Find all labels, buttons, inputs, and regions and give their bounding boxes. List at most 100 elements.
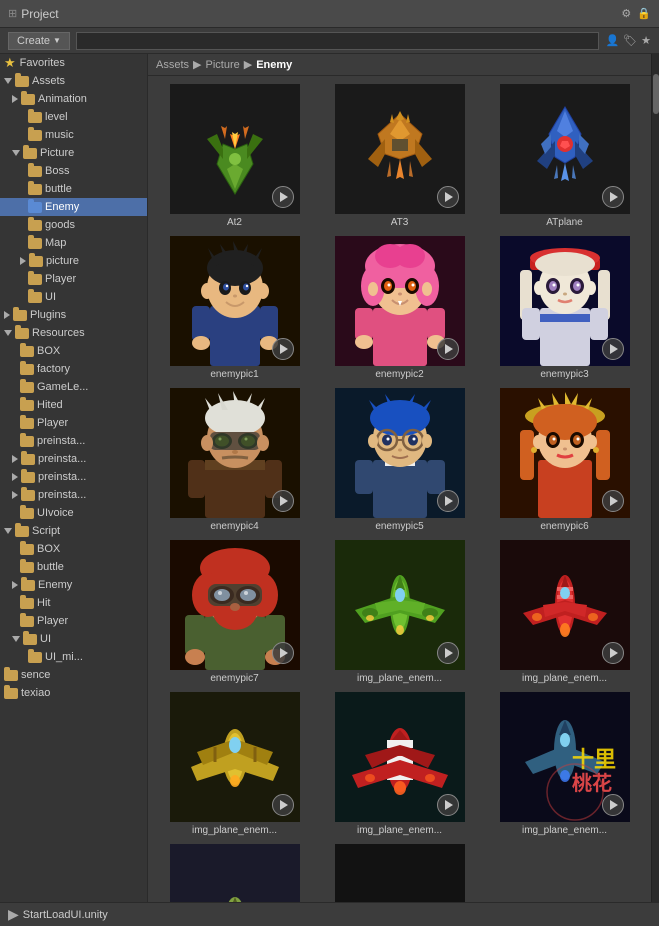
- list-item[interactable]: img_plane_enem...: [321, 540, 478, 684]
- bottom-bar: ▶ StartLoadUI.unity: [0, 902, 659, 926]
- asset-label: img_plane_enem...: [522, 825, 607, 836]
- asset-label: enemypic1: [210, 369, 258, 380]
- list-item[interactable]: 十里 桃花 img_plane_enem...: [486, 692, 643, 836]
- list-item[interactable]: enemypic5: [321, 388, 478, 532]
- sidebar-item-goods[interactable]: goods: [0, 216, 147, 234]
- list-item[interactable]: enemypic3: [486, 236, 643, 380]
- favorite-star-icon[interactable]: ★: [641, 34, 651, 47]
- sidebar-item-gamele[interactable]: GameLe...: [0, 378, 147, 396]
- play-button[interactable]: [602, 338, 624, 360]
- play-button[interactable]: [272, 490, 294, 512]
- sidebar-item-assets[interactable]: Assets: [0, 72, 147, 90]
- picture2-label: picture: [46, 255, 79, 267]
- play-button[interactable]: [437, 186, 459, 208]
- play-button[interactable]: [602, 490, 624, 512]
- sidebar-item-script[interactable]: Script: [0, 522, 147, 540]
- sidebar-item-resources[interactable]: Resources: [0, 324, 147, 342]
- sidebar-item-hit[interactable]: Hit: [0, 594, 147, 612]
- list-item[interactable]: ATplane: [486, 84, 643, 228]
- play-button[interactable]: [272, 794, 294, 816]
- sidebar-item-picture2[interactable]: picture: [0, 252, 147, 270]
- asset-label: img_plane_enem...: [357, 673, 442, 684]
- sidebar-item-script-player[interactable]: Player: [0, 612, 147, 630]
- play-button[interactable]: [272, 186, 294, 208]
- triangle-icon: [12, 95, 18, 103]
- settings-icon[interactable]: ⚙: [621, 7, 631, 20]
- sidebar-item-preinsta4[interactable]: preinsta...: [0, 486, 147, 504]
- sidebar-item-preinsta2[interactable]: preinsta...: [0, 450, 147, 468]
- triangle-open-icon: [4, 528, 12, 534]
- sidebar-item-plugins[interactable]: Plugins: [0, 306, 147, 324]
- asset-label: img_plane_enem...: [522, 673, 607, 684]
- list-item[interactable]: enemypic2: [321, 236, 478, 380]
- list-item[interactable]: At2: [156, 84, 313, 228]
- folder-icon: [23, 148, 37, 159]
- list-item[interactable]: img_plane_enem...: [321, 692, 478, 836]
- factory-label: factory: [37, 363, 70, 375]
- sidebar-item-hited[interactable]: Hited: [0, 396, 147, 414]
- play-button[interactable]: [602, 642, 624, 664]
- sidebar-item-script-box[interactable]: BOX: [0, 540, 147, 558]
- folder-icon: [28, 652, 42, 663]
- play-button[interactable]: [437, 490, 459, 512]
- sidebar-item-box[interactable]: BOX: [0, 342, 147, 360]
- list-item[interactable]: img_plane_enem...: [321, 844, 478, 902]
- play-button[interactable]: [602, 794, 624, 816]
- sidebar-item-favorites[interactable]: ★ Favorites: [0, 54, 147, 72]
- list-item[interactable]: enemypic7: [156, 540, 313, 684]
- search-input[interactable]: [76, 32, 600, 50]
- asset-label: enemypic3: [540, 369, 588, 380]
- play-button[interactable]: [437, 642, 459, 664]
- list-item[interactable]: img_plane_enem...: [486, 540, 643, 684]
- folder-icon: [13, 310, 27, 321]
- play-button[interactable]: [272, 642, 294, 664]
- breadcrumb-assets[interactable]: Assets: [156, 59, 189, 71]
- play-button[interactable]: [437, 338, 459, 360]
- lock-icon[interactable]: 🔒: [637, 7, 651, 20]
- breadcrumb-picture[interactable]: Picture: [205, 59, 239, 71]
- sidebar-item-script-enemy[interactable]: Enemy: [0, 576, 147, 594]
- sidebar-item-picture[interactable]: Picture: [0, 144, 147, 162]
- sidebar-item-uivoice[interactable]: UIvoice: [0, 504, 147, 522]
- sidebar-item-animation[interactable]: Animation: [0, 90, 147, 108]
- sidebar-item-player[interactable]: Player: [0, 270, 147, 288]
- tag-icon[interactable]: 🏷: [623, 34, 637, 47]
- list-item[interactable]: enemypic6: [486, 388, 643, 532]
- person-icon[interactable]: 👤: [605, 34, 619, 47]
- sidebar-item-enemy[interactable]: Enemy: [0, 198, 147, 216]
- sidebar-item-map[interactable]: Map: [0, 234, 147, 252]
- play-button[interactable]: [602, 186, 624, 208]
- folder-icon: [20, 544, 34, 555]
- hited-label: Hited: [37, 399, 63, 411]
- sidebar-item-boss[interactable]: Boss: [0, 162, 147, 180]
- folder-icon: [20, 346, 34, 357]
- sidebar-item-sence[interactable]: sence: [0, 666, 147, 684]
- sidebar-item-texiao[interactable]: texiao: [0, 684, 147, 702]
- sidebar-item-player2[interactable]: Player: [0, 414, 147, 432]
- list-item[interactable]: img_plane_enem...: [156, 844, 313, 902]
- sidebar-item-buttle[interactable]: buttle: [0, 180, 147, 198]
- list-item[interactable]: AT3: [321, 84, 478, 228]
- play-button[interactable]: [437, 794, 459, 816]
- list-item[interactable]: enemypic1: [156, 236, 313, 380]
- list-item[interactable]: enemypic4: [156, 388, 313, 532]
- script-label: Script: [32, 525, 60, 537]
- sidebar-item-ui-mi[interactable]: UI_mi...: [0, 648, 147, 666]
- triangle-icon: [20, 257, 26, 265]
- list-item[interactable]: img_plane_enem...: [156, 692, 313, 836]
- sidebar-item-music[interactable]: music: [0, 126, 147, 144]
- box-label: BOX: [37, 345, 60, 357]
- play-button[interactable]: [272, 338, 294, 360]
- sidebar-item-script-buttle[interactable]: buttle: [0, 558, 147, 576]
- asset-thumbnail: [500, 236, 630, 366]
- sidebar-item-factory[interactable]: factory: [0, 360, 147, 378]
- scrollbar-thumb[interactable]: [653, 74, 659, 114]
- sidebar-item-level[interactable]: level: [0, 108, 147, 126]
- sidebar-item-preinsta3[interactable]: preinsta...: [0, 468, 147, 486]
- star-icon: ★: [4, 55, 16, 71]
- create-button[interactable]: Create ▼: [8, 32, 70, 50]
- sidebar-item-preinsta1[interactable]: preinsta...: [0, 432, 147, 450]
- sidebar-item-ui[interactable]: UI: [0, 288, 147, 306]
- sidebar-item-script-ui[interactable]: UI: [0, 630, 147, 648]
- scrollbar[interactable]: [651, 54, 659, 902]
